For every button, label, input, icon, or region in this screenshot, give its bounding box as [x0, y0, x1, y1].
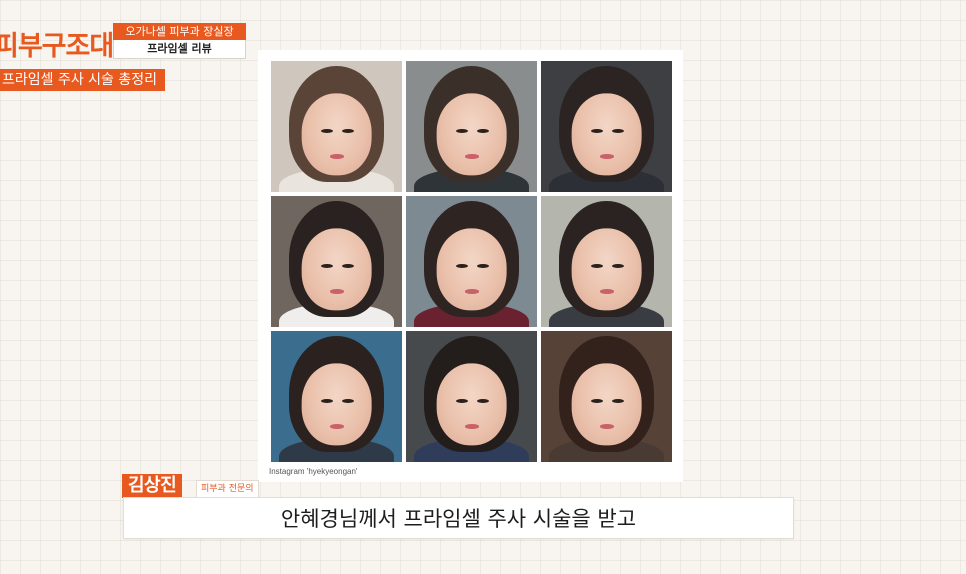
photo-face — [436, 93, 507, 175]
photo-card: Instagram 'hyekyeongan' — [258, 50, 683, 482]
photo-credit: Instagram 'hyekyeongan' — [269, 467, 358, 476]
photo-lips — [329, 154, 345, 159]
photo-eye-left — [455, 129, 468, 134]
photo-eye-left — [320, 399, 333, 404]
speaker-name: 김상진 — [122, 474, 183, 498]
photo-6 — [541, 196, 672, 327]
photo-eye-right — [476, 264, 489, 269]
photo-lips — [599, 154, 615, 159]
photo-face — [571, 228, 642, 310]
photo-eye-right — [476, 399, 489, 404]
photo-4 — [271, 196, 402, 327]
photo-eye-right — [611, 399, 624, 404]
photo-eye-right — [341, 129, 354, 134]
caption-text: 안혜경님께서 프라임셀 주사 시술을 받고 — [280, 507, 637, 531]
photo-lips — [329, 424, 345, 429]
photo-face — [571, 93, 642, 175]
photo-eye-right — [476, 129, 489, 134]
photo-eye-left — [590, 399, 603, 404]
photo-eye-right — [341, 399, 354, 404]
photo-5 — [406, 196, 537, 327]
photo-7 — [271, 331, 402, 462]
photo-8 — [406, 331, 537, 462]
photo-face — [571, 363, 642, 445]
photo-eye-left — [455, 264, 468, 269]
photo-face — [436, 363, 507, 445]
caption-box: 안혜경님께서 프라임셀 주사 시술을 받고 — [123, 497, 794, 539]
photo-eye-right — [611, 264, 624, 269]
episode-badge: 오가나셀 피부과 장실장 프라임셀 리뷰 — [113, 23, 246, 59]
episode-top-label: 오가나셀 피부과 장실장 — [113, 23, 246, 40]
photo-face — [301, 228, 372, 310]
photo-grid — [271, 61, 672, 462]
photo-lips — [329, 289, 345, 294]
photo-lips — [464, 424, 480, 429]
episode-bottom-label: 프라임셀 리뷰 — [113, 40, 246, 59]
photo-1 — [271, 61, 402, 192]
channel-title: 피부구조대 — [0, 31, 114, 62]
photo-eye-right — [611, 129, 624, 134]
photo-face — [436, 228, 507, 310]
photo-eye-left — [455, 399, 468, 404]
photo-face — [301, 93, 372, 175]
photo-lips — [599, 289, 615, 294]
photo-eye-left — [590, 264, 603, 269]
photo-eye-left — [320, 129, 333, 134]
photo-lips — [464, 289, 480, 294]
photo-9 — [541, 331, 672, 462]
photo-eye-left — [590, 129, 603, 134]
photo-eye-right — [341, 264, 354, 269]
photo-lips — [599, 424, 615, 429]
photo-lips — [464, 154, 480, 159]
photo-2 — [406, 61, 537, 192]
photo-face — [301, 363, 372, 445]
photo-3 — [541, 61, 672, 192]
subtitle-banner: 프라임셀 주사 시술 총정리 — [0, 69, 166, 91]
photo-eye-left — [320, 264, 333, 269]
speaker-role: 피부과 전문의 — [196, 480, 259, 498]
